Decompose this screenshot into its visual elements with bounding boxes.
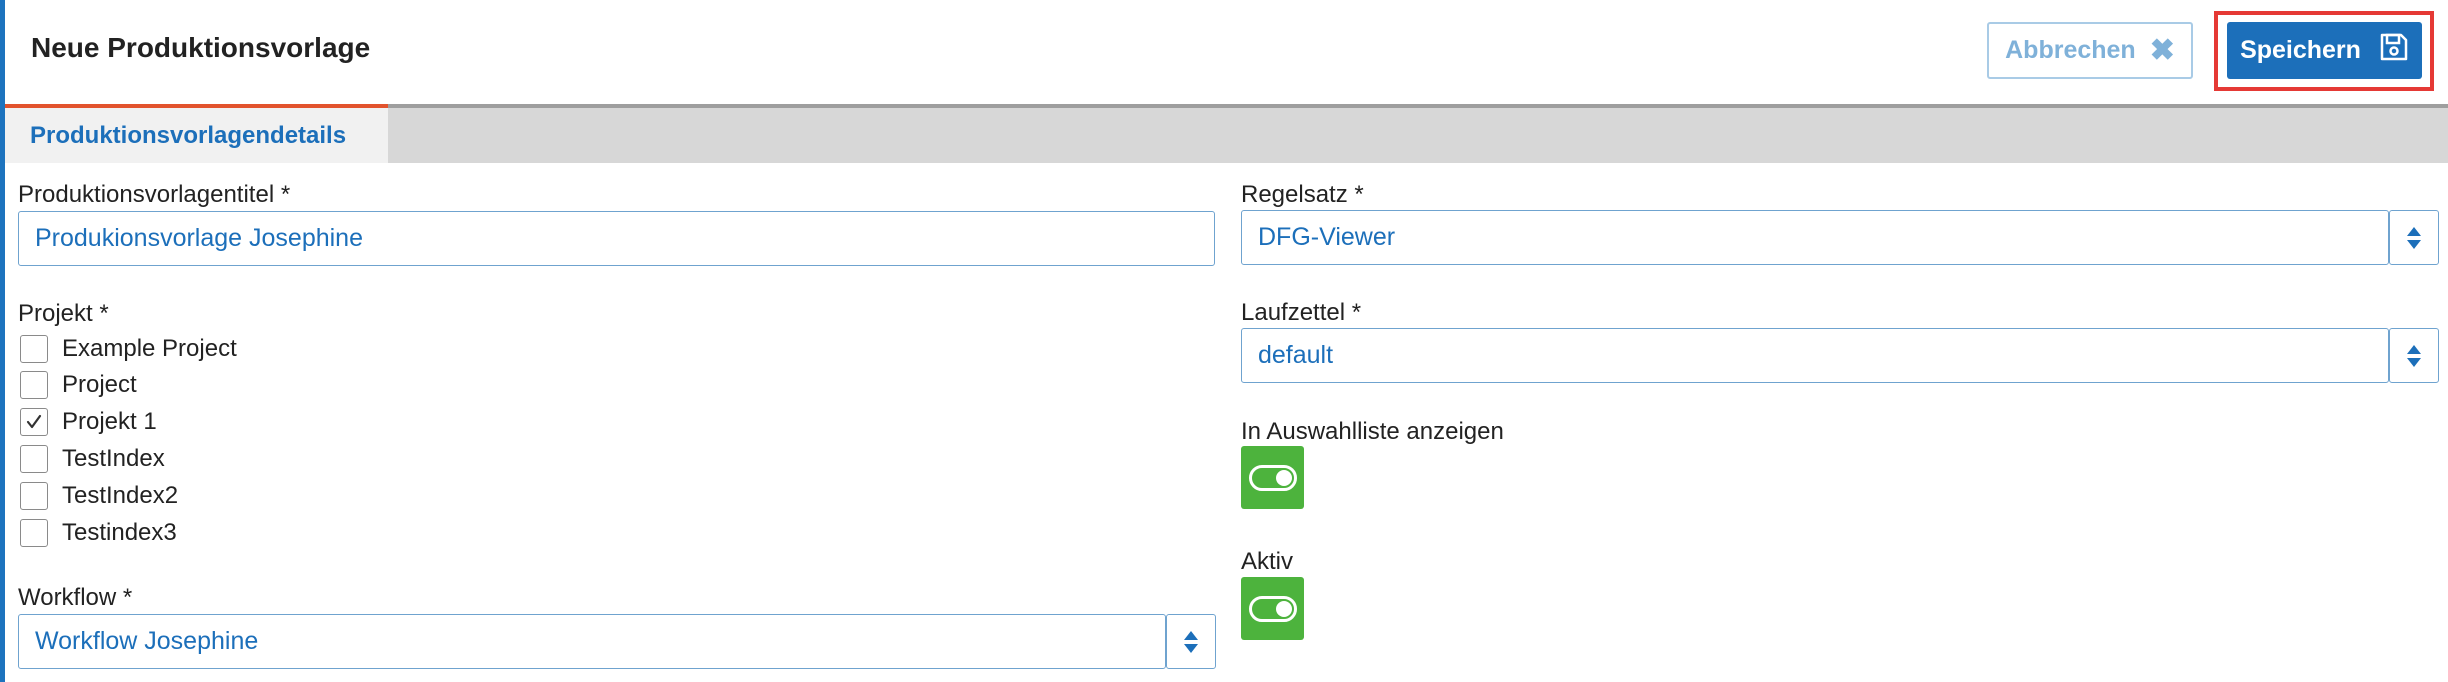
checkbox-box[interactable]	[20, 445, 48, 473]
checkbox-label: Projekt 1	[62, 408, 157, 435]
checkbox-label: TestIndex2	[62, 482, 179, 509]
toggle-on-icon	[1248, 595, 1297, 622]
checkbox-testindex2[interactable]: TestIndex2	[20, 481, 178, 511]
sort-arrows-icon	[2407, 226, 2421, 249]
tab-produktionsvorlagendetails[interactable]: Produktionsvorlagendetails	[5, 104, 388, 163]
checkbox-label: Testindex3	[62, 519, 177, 546]
checkbox-box[interactable]	[20, 519, 48, 547]
checkbox-box[interactable]	[20, 371, 48, 399]
checkbox-label: Project	[62, 371, 137, 398]
active-toggle[interactable]	[1241, 577, 1304, 640]
title-input[interactable]: Produkionsvorlage Josephine	[18, 211, 1215, 266]
docket-label: Laufzettel *	[1241, 299, 1362, 326]
save-button[interactable]: Speichern	[2227, 22, 2422, 79]
left-accent-stripe	[0, 0, 5, 682]
checkbox-testindex[interactable]: TestIndex	[20, 444, 165, 474]
toggle-on-icon	[1248, 464, 1297, 491]
ruleset-select[interactable]: DFG-Viewer	[1241, 210, 2389, 265]
checkbox-example-project[interactable]: Example Project	[20, 334, 237, 364]
checkbox-projekt-1[interactable]: Projekt 1	[20, 407, 157, 437]
page-title: Neue Produktionsvorlage	[31, 32, 371, 63]
checkbox-testindex3[interactable]: Testindex3	[20, 518, 177, 548]
ruleset-select-arrow[interactable]	[2389, 210, 2439, 265]
checkbox-project[interactable]: Project	[20, 370, 137, 400]
save-label: Speichern	[2240, 36, 2361, 64]
sort-arrows-icon	[2407, 344, 2421, 367]
checkbox-box-checked[interactable]	[20, 408, 48, 436]
show-in-selection-toggle[interactable]	[1241, 446, 1304, 509]
sort-arrows-icon	[1184, 630, 1198, 653]
checkmark-icon	[26, 414, 42, 429]
ruleset-label: Regelsatz *	[1241, 181, 1364, 208]
checkbox-label: TestIndex	[62, 445, 165, 472]
show-in-selection-label: In Auswahlliste anzeigen	[1241, 418, 1504, 445]
docket-select-arrow[interactable]	[2389, 328, 2439, 383]
cancel-label: Abbrechen	[2005, 36, 2136, 64]
workflow-select[interactable]: Workflow Josephine	[18, 614, 1166, 669]
project-label: Projekt *	[18, 300, 109, 327]
floppy-disk-icon	[2379, 32, 2409, 69]
checkbox-box[interactable]	[20, 335, 48, 363]
page-header: Neue Produktionsvorlage Abbrechen ✖ Spei…	[0, 0, 2448, 104]
checkbox-label: Example Project	[62, 335, 237, 362]
checkbox-box[interactable]	[20, 482, 48, 510]
workflow-select-arrow[interactable]	[1166, 614, 1216, 669]
docket-select[interactable]: default	[1241, 328, 2389, 383]
workflow-label: Workflow *	[18, 584, 133, 611]
active-label: Aktiv	[1241, 548, 1294, 575]
cancel-button[interactable]: Abbrechen ✖	[1987, 22, 2193, 79]
close-icon: ✖	[2149, 33, 2175, 67]
title-field-label: Produktionsvorlagentitel *	[18, 181, 291, 208]
